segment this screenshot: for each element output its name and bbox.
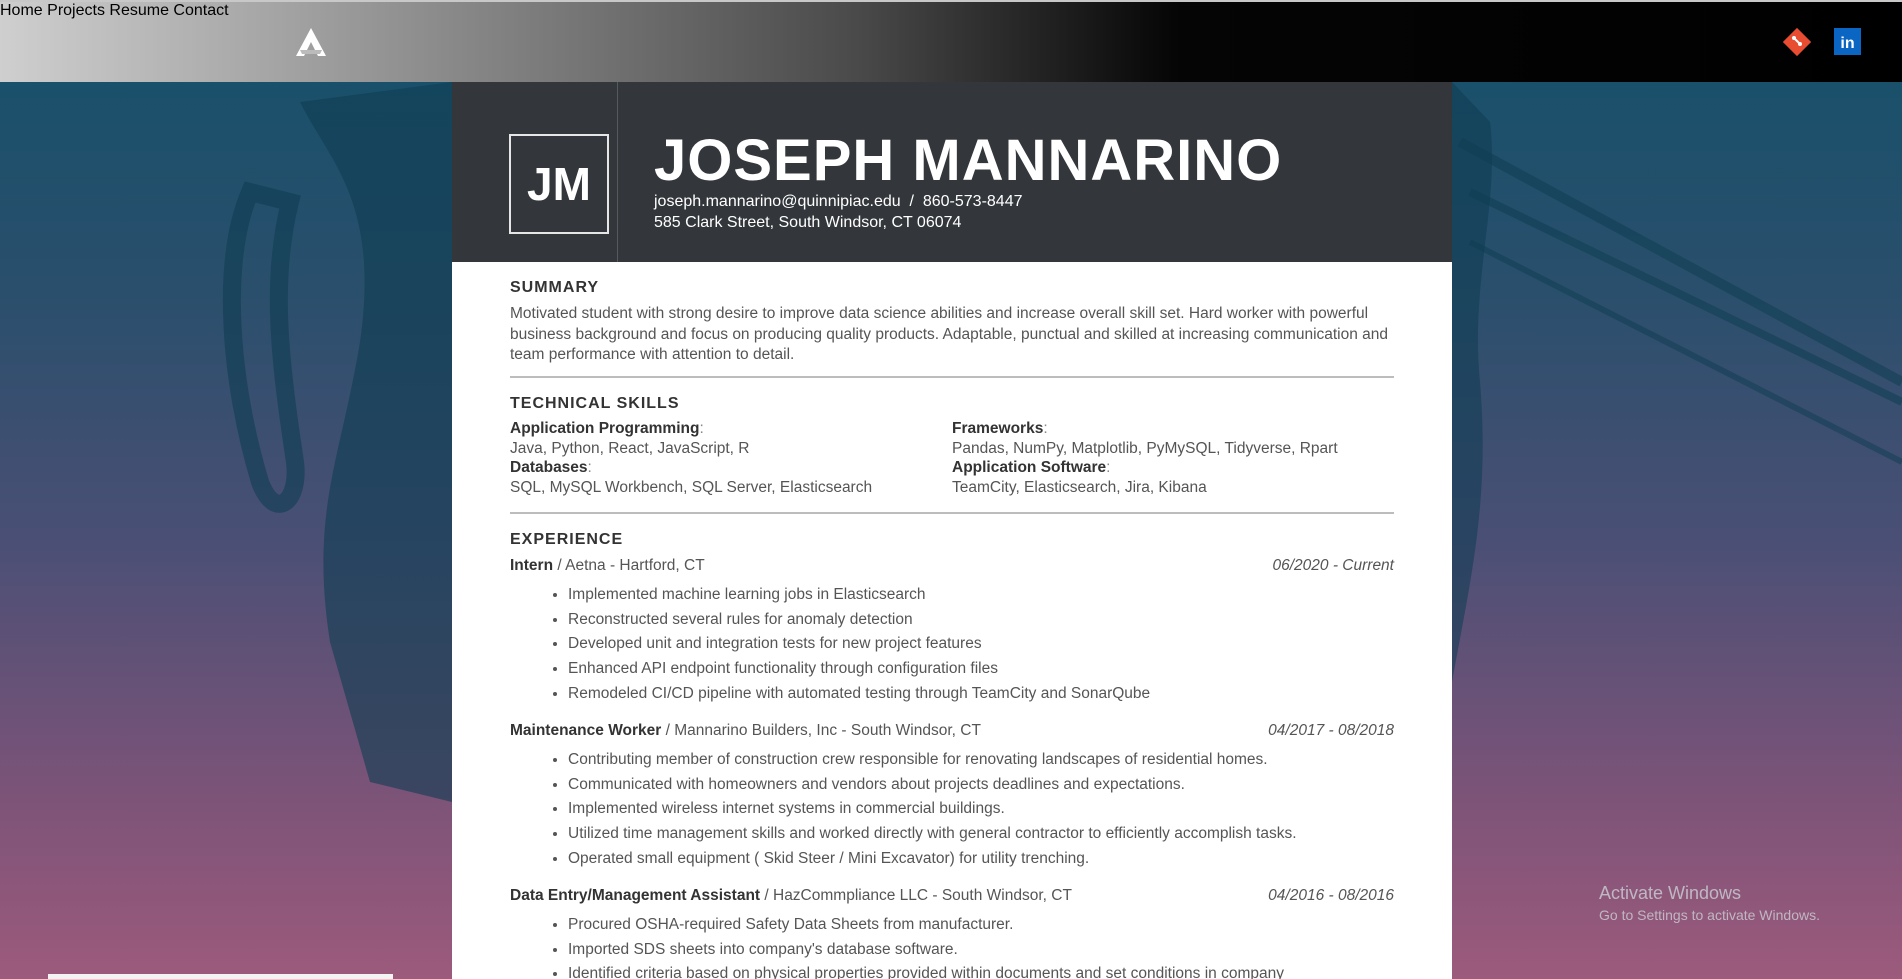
nav-projects[interactable]: Projects (47, 2, 105, 19)
resume-document: JM JOSEPH MANNARINO joseph.mannarino@qui… (452, 82, 1452, 979)
list-item: Imported SDS sheets into company's datab… (568, 938, 1284, 963)
skill-label: Application Software: (952, 459, 1111, 476)
nav-resume[interactable]: Resume (109, 2, 169, 19)
nav-home[interactable]: Home (0, 2, 43, 19)
site-logo-icon[interactable] (294, 26, 328, 58)
header-divider (617, 82, 618, 262)
horizontal-scrollbar[interactable] (48, 974, 393, 979)
skill-value: SQL, MySQL Workbench, SQL Server, Elasti… (510, 479, 873, 496)
job-dates: 04/2016 - 08/2016 (1268, 887, 1394, 904)
skills-heading: TECHNICAL SKILLS (510, 395, 680, 412)
experience-heading: EXPERIENCE (510, 531, 624, 548)
activate-windows-title: Activate Windows (1599, 883, 1742, 903)
nav-contact[interactable]: Contact (173, 2, 228, 19)
skill-value: TeamCity, Elasticsearch, Jira, Kibana (952, 479, 1207, 496)
skill-value: Java, Python, React, JavaScript, R (510, 440, 750, 457)
skill-label: Application Programming: (510, 420, 704, 437)
job-bullets: Procured OSHA-required Safety Data Sheet… (510, 913, 1284, 979)
contact-email-phone: joseph.mannarino@quinnipiac.edu / 860-57… (654, 193, 1023, 210)
section-divider (510, 376, 1394, 378)
job-heading: Data Entry/Management Assistant / HazCom… (510, 887, 1072, 904)
monogram: JM (509, 134, 609, 234)
list-item: Communicated with homeowners and vendors… (568, 773, 1297, 798)
list-item: Identified criteria based on physical pr… (568, 962, 1284, 979)
skill-value: Pandas, NumPy, Matplotlib, PyMySQL, Tidy… (952, 440, 1338, 457)
job-bullets: Contributing member of construction crew… (510, 748, 1297, 871)
job-bullets: Implemented machine learning jobs in Ela… (510, 583, 1150, 706)
git-icon[interactable] (1782, 27, 1812, 57)
skill-label: Databases: (510, 459, 592, 476)
resume-header: JM JOSEPH MANNARINO joseph.mannarino@qui… (452, 82, 1452, 262)
list-item: Utilized time management skills and work… (568, 822, 1297, 847)
section-divider (510, 512, 1394, 514)
summary-heading: SUMMARY (510, 279, 600, 296)
contact-address: 585 Clark Street, South Windsor, CT 0607… (654, 214, 962, 231)
job-dates: 06/2020 - Current (1272, 557, 1395, 574)
linkedin-icon[interactable]: in (1834, 28, 1861, 55)
job-heading: Maintenance Worker / Mannarino Builders,… (510, 722, 981, 739)
top-nav-bar: Home Projects Resume Contact in (0, 0, 1902, 82)
list-item: Remodeled CI/CD pipeline with automated … (568, 682, 1150, 707)
skill-label: Frameworks: (952, 420, 1048, 437)
summary-text: Motivated student with strong desire to … (510, 305, 1389, 363)
list-item: Enhanced API endpoint functionality thro… (568, 657, 1150, 682)
list-item: Procured OSHA-required Safety Data Sheet… (568, 913, 1284, 938)
list-item: Operated small equipment ( Skid Steer / … (568, 847, 1297, 872)
resume-name: JOSEPH MANNARINO (654, 128, 1283, 193)
activate-windows-subtitle: Go to Settings to activate Windows. (1599, 907, 1820, 923)
list-item: Contributing member of construction crew… (568, 748, 1297, 773)
job-heading: Intern / Aetna - Hartford, CT (510, 557, 705, 574)
list-item: Reconstructed several rules for anomaly … (568, 608, 1150, 633)
list-item: Implemented wireless internet systems in… (568, 797, 1297, 822)
list-item: Implemented machine learning jobs in Ela… (568, 583, 1150, 608)
job-dates: 04/2017 - 08/2018 (1268, 722, 1394, 739)
list-item: Developed unit and integration tests for… (568, 632, 1150, 657)
